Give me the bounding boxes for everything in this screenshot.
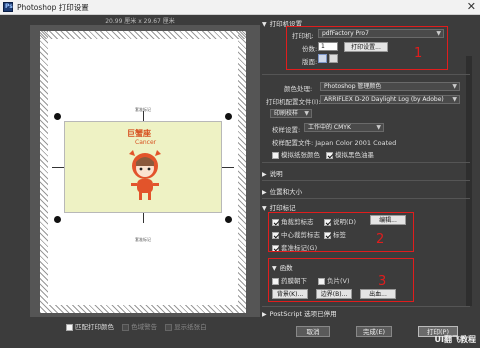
center-crop-mark [222,167,234,168]
color-handling-label: 颜色处理: [284,85,313,93]
emulsion-down-checkbox[interactable] [272,277,279,285]
proof-setup-select[interactable]: 工作中的 CMYK ▼ [304,123,384,132]
watermark: UI翻飞教程 [434,335,476,344]
divider [262,198,470,199]
match-colors-checkbox[interactable] [66,323,73,331]
proof-setup-label: 校样设置: [272,126,301,134]
annotation-box-1 [286,26,448,70]
negative-option[interactable]: 负片(V) [318,275,350,285]
settings-panel: ▼ 打印机设置 打印机: pdfFactory Pro7 ▼ 份数: 1 打印设置.… [262,16,472,318]
background-button[interactable]: 背景(K)... [272,289,308,299]
postscript-section-header[interactable]: ▶ PostScript 选项已停用 [262,308,470,318]
paper-sheet: 套准标记 套准标记 巨蟹座 Cancer [40,31,246,313]
simulate-black-option[interactable]: 模拟黑色油墨 [326,149,374,159]
print-preview: 套准标记 套准标记 巨蟹座 Cancer [30,25,260,317]
registration-mark-icon [54,216,61,223]
divider [262,306,470,307]
margin-hatch-right [238,31,246,313]
artwork-image: 巨蟹座 Cancer [64,121,222,213]
match-colors-option[interactable]: 匹配打印颜色 [66,323,114,331]
chevron-down-icon: ▼ [304,110,309,117]
preview-options: 匹配打印颜色 色域警告 显示纸张白 [66,321,207,331]
paper-size-readout: 20.99 厘米 x 29.67 厘米 [105,18,175,25]
proof-profile-text: 校样配置文件: Japan Color 2001 Coated [272,139,397,147]
artwork-subtitle: Cancer [135,139,157,146]
center-crop-mark [143,111,144,121]
window-title: Photoshop 打印设置 [17,3,89,12]
print-marks-section-header[interactable]: ▼ 打印标记 [262,202,470,212]
divider [262,180,470,181]
paper-white-option: 显示纸张白 [165,323,207,331]
simulate-paper-option[interactable]: 模拟纸张颜色 [272,149,320,159]
annotation-box-2 [268,212,414,252]
simulate-black-checkbox[interactable] [326,151,333,159]
photoshop-logo-icon: Ps [3,2,13,12]
paper-white-checkbox [165,323,173,331]
bleed-button[interactable]: 出血... [360,289,396,299]
position-size-section-header[interactable]: ▶ 位置和大小 [262,186,470,196]
margin-hatch-top [40,31,246,39]
annotation-number-1: 1 [414,46,423,61]
bottom-mark-label: 套准标记 [135,237,151,242]
proof-mode-select[interactable]: 印刷校样 ▼ [270,109,312,118]
margin-hatch-bottom [40,305,246,313]
annotation-number-3: 3 [378,274,387,289]
chevron-down-icon: ▼ [376,124,381,131]
printer-profile-label: 打印机配置文件(I): [266,98,321,106]
divider [262,162,470,163]
simulate-paper-checkbox[interactable] [272,151,279,159]
center-crop-mark [143,213,144,223]
margin-hatch-left [40,31,48,313]
artwork-title: 巨蟹座 [127,129,151,138]
registration-mark-icon [54,113,61,120]
close-icon[interactable]: ✕ [467,0,476,14]
color-handling-select[interactable]: Photoshop 管理颜色 ▼ [320,82,460,91]
gamut-warning-option: 色域警告 [122,323,157,331]
divider [262,74,470,75]
emulsion-down-option[interactable]: 药膜朝下 [272,275,307,285]
description-section-header[interactable]: ▶ 说明 [262,168,470,178]
cancel-button[interactable]: 取消 [296,326,330,337]
crab-illustration-icon [129,150,161,200]
done-button[interactable]: 完成(E) [356,326,392,337]
chevron-down-icon: ▼ [452,83,457,90]
printer-profile-select[interactable]: ARRIFLEX D-20 Daylight Log (by Adobe) ▼ [320,95,460,104]
registration-mark-icon [225,216,232,223]
functions-section-header[interactable]: ▼ 函数 [272,262,480,272]
registration-mark-icon [225,113,232,120]
border-button[interactable]: 边界(B)... [316,289,352,299]
title-bar: Ps Photoshop 打印设置 ✕ [0,0,480,15]
chevron-down-icon: ▼ [452,96,457,103]
negative-checkbox[interactable] [318,277,325,285]
center-crop-mark [52,167,64,168]
annotation-number-2: 2 [376,232,385,247]
gamut-warning-checkbox [122,323,130,331]
